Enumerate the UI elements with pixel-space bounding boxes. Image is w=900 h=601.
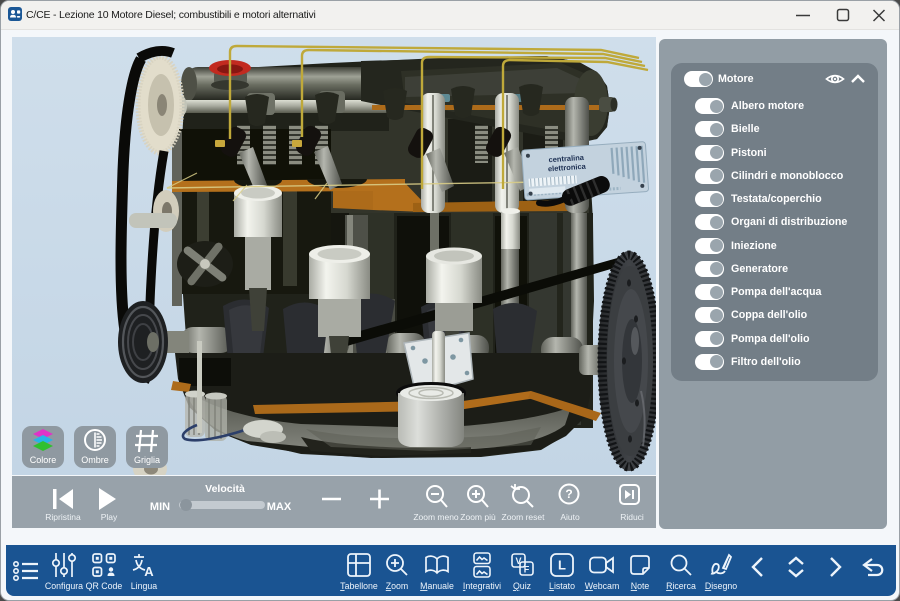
svg-text:Tabellone: Tabellone [340, 581, 378, 591]
svg-text:Zoom reset: Zoom reset [502, 512, 546, 522]
svg-text:Velocità: Velocità [205, 483, 245, 495]
svg-text:Aiuto: Aiuto [560, 512, 580, 522]
svg-text:MAX: MAX [267, 501, 292, 513]
svg-text:Integrativi: Integrativi [463, 581, 501, 591]
svg-text:Ricerca: Ricerca [666, 581, 696, 591]
svg-text:A: A [144, 564, 154, 579]
svg-text:V: V [515, 556, 521, 566]
svg-text:Disegno: Disegno [705, 581, 737, 591]
svg-text:F: F [524, 565, 530, 575]
svg-text:Webcam: Webcam [585, 581, 620, 591]
svg-text:Manuale: Manuale [420, 581, 454, 591]
svg-text:Play: Play [101, 512, 118, 522]
svg-text:Zoom meno: Zoom meno [413, 512, 459, 522]
svg-text:Quiz: Quiz [513, 581, 531, 591]
svg-text:?: ? [565, 487, 572, 501]
svg-text:Riduci: Riduci [620, 512, 644, 522]
svg-text:MIN: MIN [150, 501, 170, 513]
svg-text:Configura: Configura [45, 581, 83, 591]
svg-text:Note: Note [631, 581, 650, 591]
svg-text:Zoom più: Zoom più [460, 512, 496, 522]
svg-text:L: L [558, 558, 566, 573]
svg-text:Lingua: Lingua [131, 581, 158, 591]
svg-text:Listato: Listato [549, 581, 575, 591]
svg-text:Ripristina: Ripristina [45, 512, 81, 522]
svg-text:QR Code: QR Code [86, 581, 123, 591]
svg-text:Zoom: Zoom [386, 581, 409, 591]
